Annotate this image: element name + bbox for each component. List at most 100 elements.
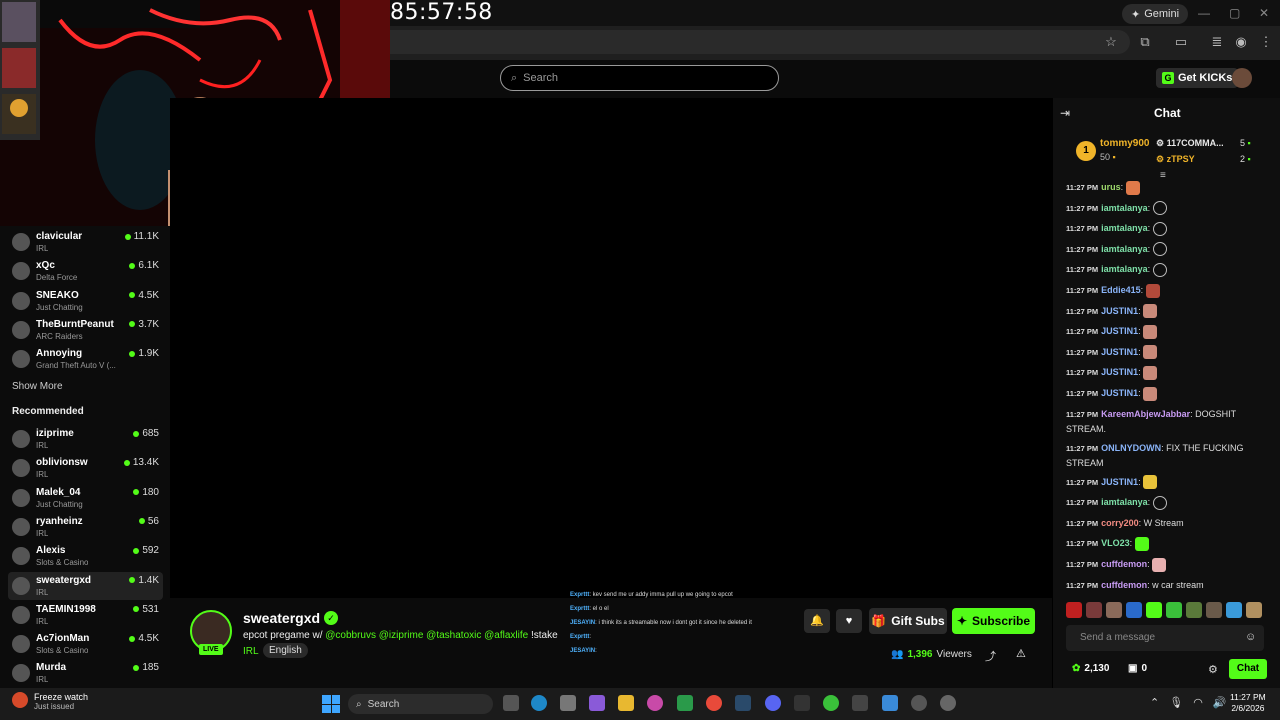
reading-list-icon[interactable]: ≣	[1208, 33, 1226, 51]
sidebar-item-oblivionsw[interactable]: oblivionsw IRL 13.4K	[8, 454, 163, 482]
task-view-icon[interactable]	[503, 695, 519, 711]
app-icon[interactable]	[852, 695, 868, 711]
emote[interactable]	[1226, 602, 1242, 618]
chat-message-input[interactable]: Send a message	[1066, 625, 1264, 651]
warning-icon[interactable]: ⚠	[1016, 647, 1026, 660]
message-user[interactable]: JUSTIN1	[1101, 326, 1138, 336]
cast-icon[interactable]: ▭	[1172, 33, 1190, 51]
emote[interactable]	[1246, 602, 1262, 618]
follow-button[interactable]: ♥	[836, 609, 862, 633]
menu-icon[interactable]: ⋮	[1257, 33, 1275, 51]
emote[interactable]	[1166, 602, 1182, 618]
avatar[interactable]	[1232, 68, 1252, 88]
obs-icon[interactable]	[911, 695, 927, 711]
message-user[interactable]: JUSTIN1	[1101, 477, 1138, 487]
emote[interactable]	[1086, 602, 1102, 618]
mention-link[interactable]: @cobbruvs	[325, 630, 376, 641]
message-user[interactable]: JUSTIN1	[1101, 306, 1138, 316]
message-user[interactable]: JUSTIN1	[1101, 388, 1138, 398]
chevron-up-icon[interactable]: ⌃	[1150, 696, 1159, 709]
collapse-chat-icon[interactable]: ⇥	[1060, 106, 1070, 120]
emote[interactable]	[1186, 602, 1202, 618]
emote[interactable]	[1126, 602, 1142, 618]
notification-button[interactable]: 🔔	[804, 609, 830, 633]
xbox-icon[interactable]	[823, 695, 839, 711]
address-bar[interactable]	[390, 30, 1130, 54]
message-user[interactable]: JUSTIN1	[1101, 347, 1138, 357]
start-button[interactable]	[322, 695, 340, 713]
sidebar-item-xqc[interactable]: xQc Delta Force 6.1K	[8, 257, 163, 285]
maximize-button[interactable]: ▢	[1229, 6, 1240, 20]
message-user[interactable]: Eddie415	[1101, 285, 1141, 295]
sidebar-item-malek_04[interactable]: Malek_04 Just Chatting 180	[8, 484, 163, 512]
profile-icon[interactable]: ◉	[1232, 33, 1250, 51]
message-user[interactable]: iamtalanya	[1101, 223, 1148, 233]
emote[interactable]	[1206, 602, 1222, 618]
copilot-icon[interactable]	[589, 695, 605, 711]
send-chat-button[interactable]: Chat	[1229, 659, 1267, 679]
sidebar-item-sweatergxd[interactable]: sweatergxd IRL 1.4K	[8, 571, 163, 600]
taskbar-search[interactable]: ⌕ Search	[348, 694, 493, 714]
minimize-button[interactable]: —	[1198, 6, 1210, 20]
message-user[interactable]: iamtalanya	[1101, 497, 1148, 507]
steam-icon[interactable]	[735, 695, 751, 711]
message-user[interactable]: iamtalanya	[1101, 264, 1148, 274]
message-user[interactable]: iamtalanya	[1101, 203, 1148, 213]
streamer-name[interactable]: sweatergxd	[243, 610, 320, 626]
channel-points[interactable]: ▣ 0	[1128, 663, 1147, 674]
message-user[interactable]: VLO23	[1101, 538, 1130, 548]
excel-icon[interactable]	[677, 695, 693, 711]
leaderboard-name[interactable]: tommy900	[1100, 138, 1149, 149]
message-user[interactable]: urus	[1101, 182, 1121, 192]
search-input[interactable]: ⌕ Search	[500, 65, 779, 91]
sidebar-item-murda[interactable]: Murda IRL 185	[8, 659, 163, 687]
emoji-icon[interactable]: ☺	[1245, 631, 1256, 643]
chrome-icon[interactable]	[706, 695, 722, 711]
discord-icon[interactable]	[765, 695, 781, 711]
share-icon[interactable]: ⤴	[985, 648, 996, 664]
message-user[interactable]: JUSTIN1	[1101, 367, 1138, 377]
sidebar-item-iziprime[interactable]: iziprime IRL 685	[8, 425, 163, 453]
emote[interactable]	[1066, 602, 1082, 618]
emote[interactable]	[1146, 602, 1162, 618]
gift-subs-button[interactable]: 🎁 Gift Subs	[869, 608, 947, 634]
leaderboard-name[interactable]: ⚙ 117COMMA...	[1156, 138, 1224, 149]
category-link[interactable]: IRL	[243, 646, 259, 657]
folder-icon[interactable]	[618, 695, 634, 711]
get-kicks-button[interactable]: G Get KICKs	[1156, 68, 1239, 88]
app-icon[interactable]	[794, 695, 810, 711]
close-window-button[interactable]: ✕	[1259, 6, 1269, 20]
sidebar-item-theburntpeanut[interactable]: TheBurntPeanut ARC Raiders 3.7K	[8, 316, 163, 344]
sidebar-item-taemin1998[interactable]: TAEMIN1998 IRL 531	[8, 601, 163, 629]
app-icon[interactable]	[882, 695, 898, 711]
message-user[interactable]: KareemAbjewJabbar	[1101, 409, 1190, 419]
weather-widget[interactable]: Freeze watch Just issued	[12, 692, 88, 711]
edge-icon[interactable]	[531, 695, 547, 711]
leaderboard-name[interactable]: ⚙ zTPSY	[1156, 154, 1195, 165]
settings-icon[interactable]	[560, 695, 576, 711]
emote[interactable]	[1106, 602, 1122, 618]
show-more-link[interactable]: Show More	[12, 381, 63, 392]
sidebar-item-alexis[interactable]: Alexis Slots & Casino 592	[8, 542, 163, 570]
mention-link[interactable]: @tashatoxic	[426, 630, 481, 641]
subscribe-button[interactable]: ✦ Subscribe	[952, 608, 1035, 634]
message-user[interactable]: iamtalanya	[1101, 244, 1148, 254]
message-user[interactable]: corry200	[1101, 518, 1139, 528]
star-icon[interactable]: ☆	[1102, 33, 1120, 51]
extensions-icon[interactable]: ⧉	[1136, 33, 1154, 51]
mention-link[interactable]: @aflaxlife	[484, 630, 528, 641]
clock[interactable]: 11:27 PM 2/6/2026	[1230, 692, 1266, 714]
volume-icon[interactable]: 🔊	[1213, 696, 1227, 709]
gemini-button[interactable]: ✦ Gemini	[1122, 4, 1189, 24]
message-user[interactable]: ONLNYDOWN	[1101, 443, 1161, 453]
sidebar-item-ryanheinz[interactable]: ryanheinz IRL 56	[8, 513, 163, 541]
mention-link[interactable]: @iziprime	[379, 630, 424, 641]
language-tag[interactable]: English	[263, 643, 308, 658]
sidebar-item-annoying[interactable]: Annoying Grand Theft Auto V (... 1.9K	[8, 345, 163, 373]
music-icon[interactable]	[647, 695, 663, 711]
sidebar-item-sneako[interactable]: SNEAKO Just Chatting 4.5K	[8, 287, 163, 315]
sidebar-item-ac7ionman[interactable]: Ac7ionMan Slots & Casino 4.5K	[8, 630, 163, 658]
app-icon[interactable]	[940, 695, 956, 711]
message-user[interactable]: cuffdemon	[1101, 559, 1147, 569]
gear-icon[interactable]: ⚙	[1208, 663, 1218, 676]
